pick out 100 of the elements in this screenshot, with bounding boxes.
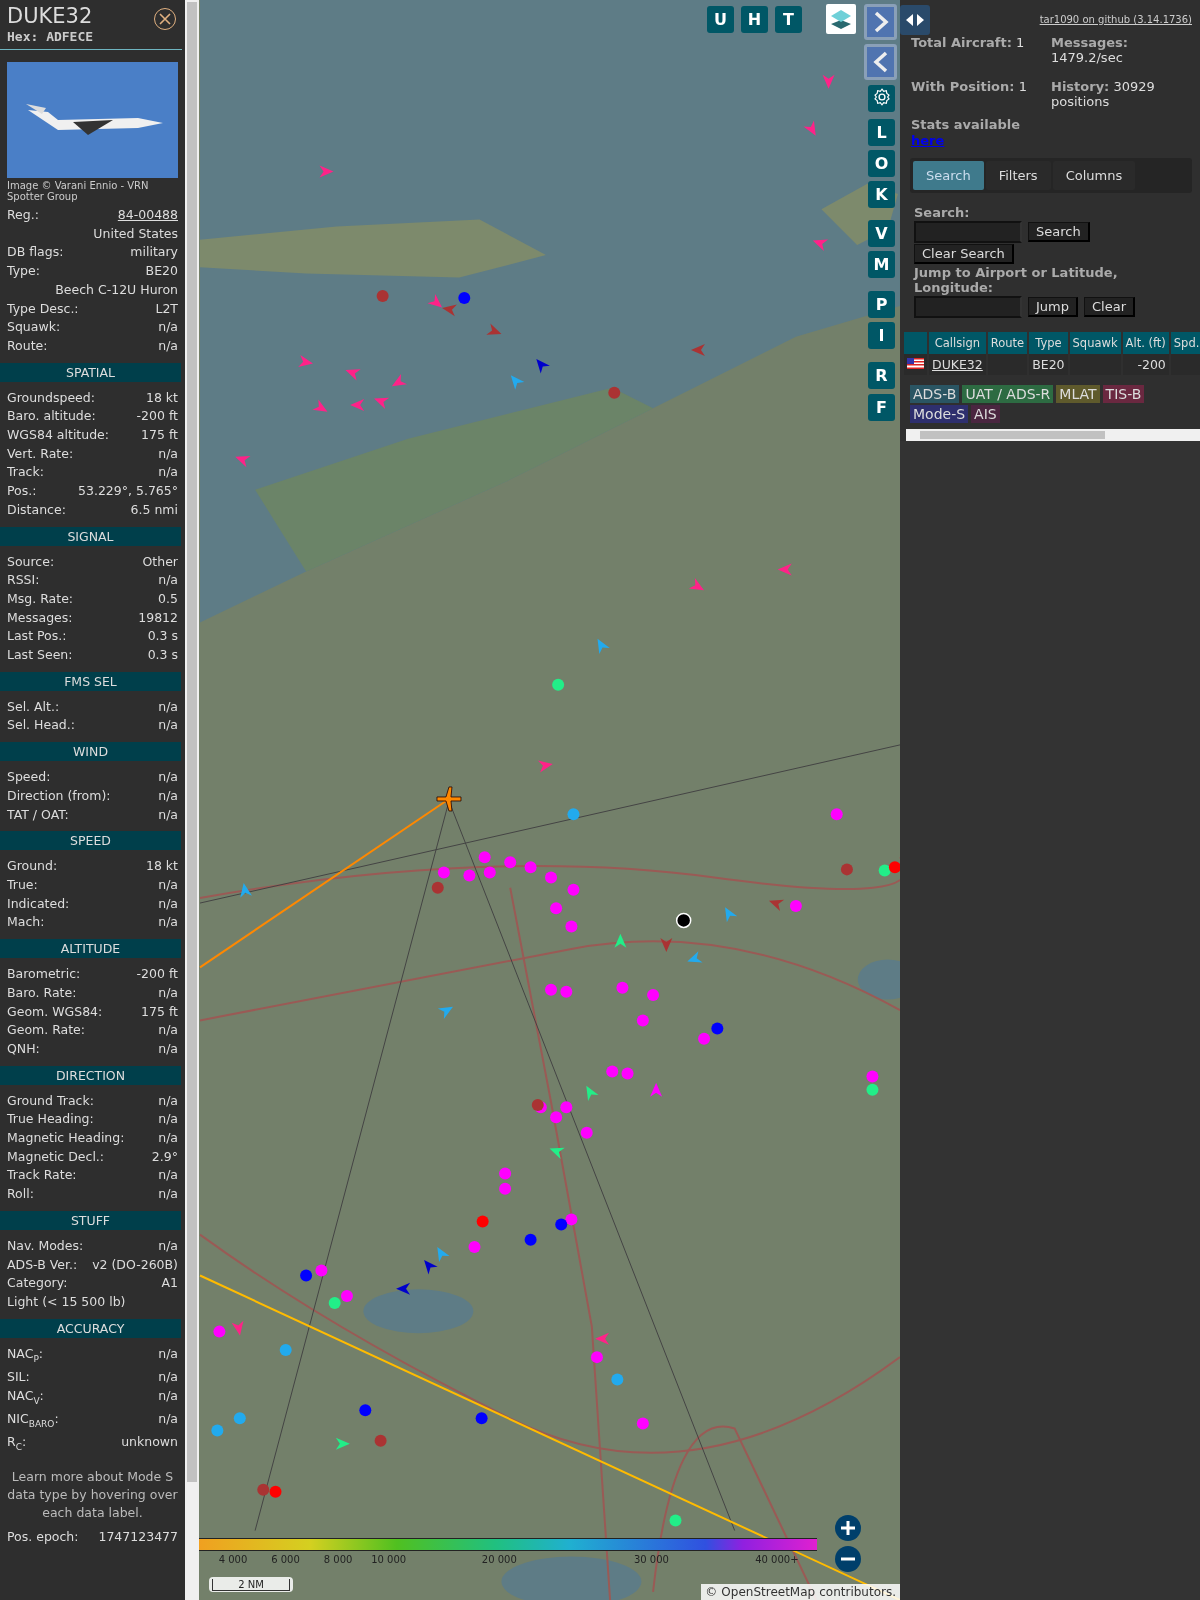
table-header[interactable]: Route [987, 332, 1028, 354]
layers-button[interactable] [826, 4, 856, 34]
field-label: R$_{C}$: [7, 1432, 27, 1454]
field-value: 6.5 nmi [130, 500, 178, 519]
field-label: SIL: [7, 1367, 30, 1386]
field-label: Reg.: [7, 206, 39, 224]
left-right-arrows-icon [904, 13, 926, 27]
field-value: 19812 [138, 608, 178, 627]
table-header[interactable]: Callsign [929, 332, 986, 354]
field-label: Magnetic Heading: [7, 1129, 125, 1147]
settings-button[interactable] [868, 85, 895, 112]
field-value: n/a [158, 913, 178, 932]
table-header[interactable]: Alt. (ft) [1122, 332, 1169, 354]
field-value: n/a [158, 1185, 178, 1204]
stat-text: With Position: 1 [911, 79, 1028, 96]
layers-icon [829, 7, 853, 31]
search-field[interactable] [914, 221, 1022, 243]
field-value: n/a [158, 336, 178, 355]
field-label: Type Desc.: [7, 299, 79, 318]
field-label: Roll: [7, 1185, 34, 1204]
map-toggle-button[interactable]: I [868, 322, 895, 349]
section-header: FMS SEL [0, 671, 181, 691]
field-value: United States [93, 224, 178, 243]
expand-button[interactable] [864, 4, 897, 40]
field-value: n/a [158, 1091, 178, 1110]
field-label: QNH: [7, 1039, 40, 1058]
field-value: L2T [155, 299, 178, 318]
field-value: n/a [158, 1166, 178, 1185]
field-label: Vert. Rate: [7, 444, 74, 463]
field-value: n/a [158, 318, 178, 337]
field-label: Indicated: [7, 894, 70, 913]
clear-button[interactable]: Clear [1084, 297, 1135, 317]
section-header: STUFF [0, 1210, 181, 1230]
field-label: Speed: [7, 768, 51, 787]
map-toggle-button[interactable]: L [868, 119, 895, 146]
map-toggle-button[interactable]: R [868, 362, 895, 389]
field-value: 1747123477 [98, 1528, 178, 1547]
minus-icon [840, 1557, 856, 1561]
tab[interactable]: Filters [985, 161, 1051, 190]
altitude-tick-label: 40 000+ [755, 1554, 799, 1565]
field-label: WGS84 altitude: [7, 426, 110, 445]
field-label: Pos.: [7, 482, 37, 501]
field-value: n/a [158, 894, 178, 913]
field-label: Squawk: [7, 318, 61, 337]
map-toggle-button[interactable]: K [868, 181, 895, 208]
field-label: Ground: [7, 857, 58, 876]
map-toggle-button[interactable]: V [868, 220, 895, 247]
field-value: n/a [158, 1344, 178, 1363]
table-cell: -200 [1122, 354, 1169, 375]
field-label: Distance: [7, 500, 66, 519]
help-note: Learn more about Mode S data type by hovering over each data label. [6, 1468, 179, 1523]
attribution-link[interactable]: OpenStreetMap [721, 1585, 816, 1599]
registration-link[interactable]: 84-00488 [117, 206, 178, 225]
table-header[interactable]: Type [1029, 332, 1068, 354]
field-label: Source: [7, 552, 55, 571]
stat-text: Total Aircraft: 1 [911, 35, 1026, 52]
section-header: WIND [0, 742, 181, 762]
field-label: Groundspeed: [7, 388, 95, 407]
field-value: 2.9° [151, 1147, 178, 1166]
table-header[interactable]: Squawk [1069, 332, 1121, 354]
panel-toggle-button[interactable] [900, 5, 930, 35]
field-value: n/a [158, 1386, 178, 1405]
hex-code: Hex: ADFECE [7, 29, 94, 44]
field-value: n/a [158, 1021, 178, 1040]
chevron-right-icon [872, 11, 889, 33]
aircraft-callsign: DUKE32 [7, 4, 94, 29]
collapse-button[interactable] [864, 44, 897, 80]
field-label: ADS-B Ver.: [7, 1255, 78, 1274]
field-value: n/a [158, 444, 178, 463]
clear-search-button[interactable]: Clear Search [914, 244, 1014, 264]
map-toggle-button[interactable]: H [741, 6, 768, 33]
horizontal-scrollbar[interactable] [906, 429, 1200, 441]
map-toggle-button[interactable]: U [707, 6, 734, 33]
field-value: n/a [158, 1110, 178, 1129]
source-legend-tag: Mode-S [910, 405, 969, 423]
github-link[interactable]: tar1090 on github (3.14.1736) [1039, 14, 1192, 25]
location-field[interactable] [914, 296, 1022, 318]
jump-button[interactable]: Jump [1028, 297, 1078, 317]
attribution-text: © [705, 1585, 718, 1599]
tab[interactable]: Columns [1052, 161, 1136, 190]
field-label: Baro. Rate: [7, 983, 77, 1002]
search-button[interactable]: Search [1028, 222, 1090, 242]
map-toggle-button[interactable]: F [868, 394, 895, 421]
field-value: unknown [121, 1432, 178, 1451]
map-toggle-button[interactable]: T [775, 6, 802, 33]
chevron-left-icon [872, 51, 889, 73]
scrollbar[interactable] [185, 0, 199, 1600]
map-toggle-button[interactable]: O [868, 150, 895, 177]
field-label: Last Seen: [7, 646, 73, 665]
map-toggle-button[interactable]: P [868, 291, 895, 318]
field-label: True: [7, 876, 38, 894]
field-value: 0.3 s [147, 627, 178, 646]
tab[interactable]: Search [913, 161, 984, 190]
field-label: True Heading: [7, 1110, 94, 1129]
field-value: n/a [158, 786, 178, 805]
table-header[interactable]: Spd. [1170, 332, 1200, 354]
section-header: ALTITUDE [0, 939, 181, 959]
map-toggle-button[interactable]: M [868, 251, 895, 278]
field-value: 175 ft [141, 1002, 178, 1021]
altitude-tick-label: 10 000 [371, 1554, 407, 1565]
